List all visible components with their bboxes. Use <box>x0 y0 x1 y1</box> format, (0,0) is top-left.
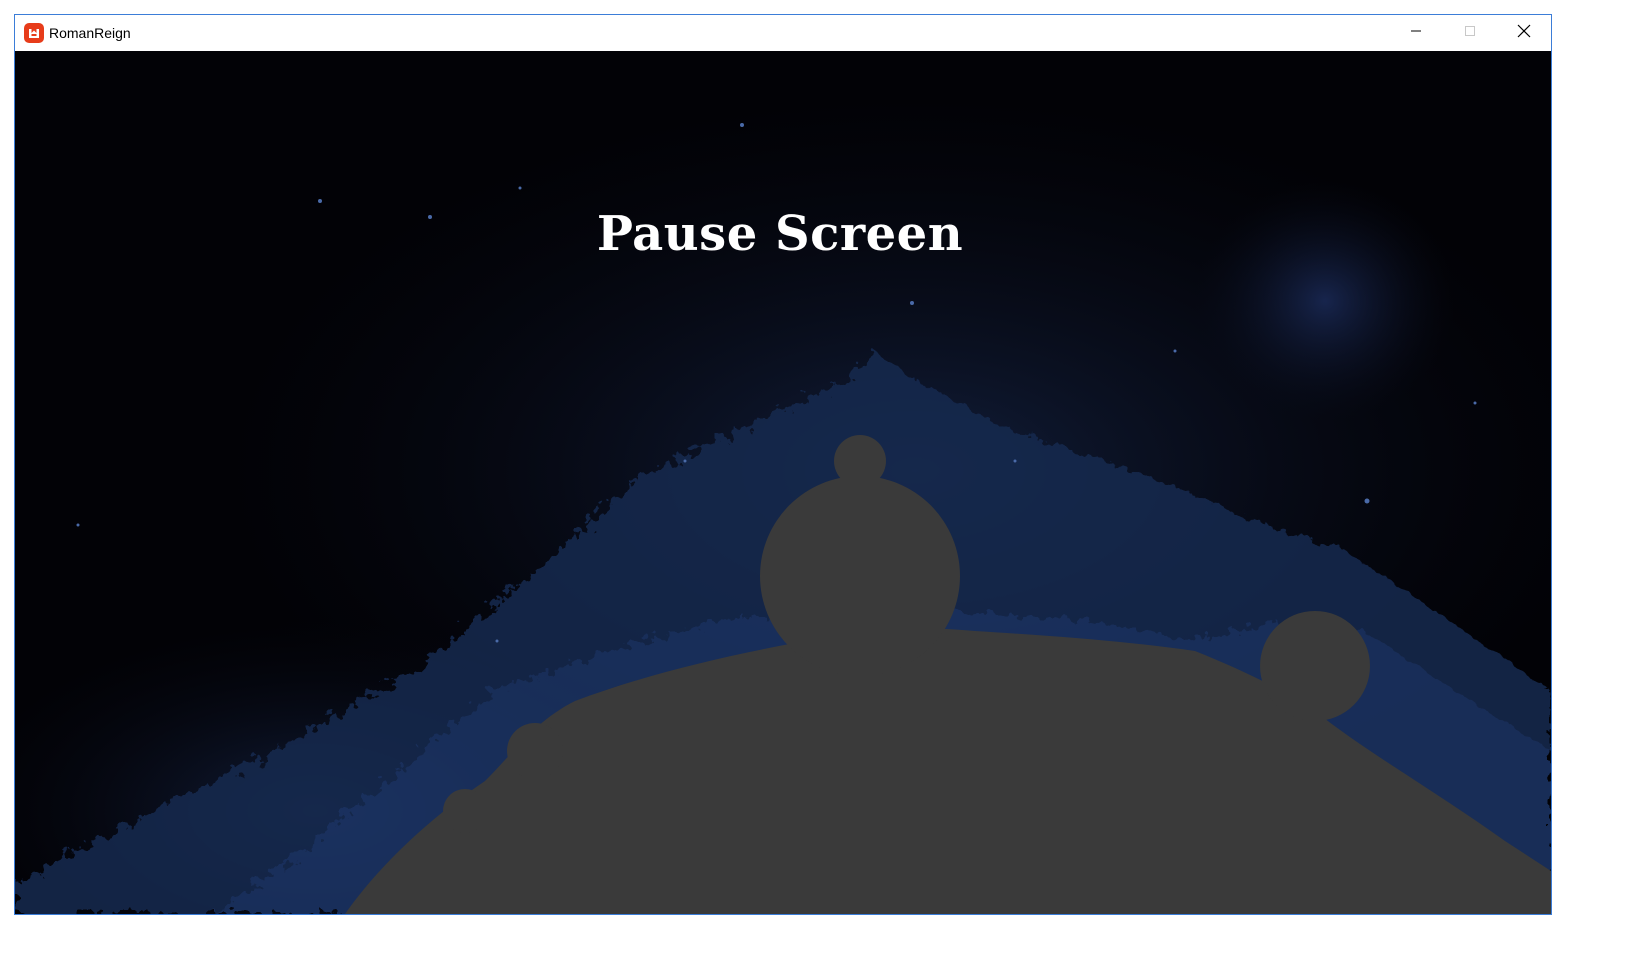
minimize-button[interactable] <box>1389 15 1443 51</box>
monogame-icon <box>24 23 44 43</box>
minimize-icon <box>1410 24 1422 42</box>
close-button[interactable] <box>1497 15 1551 51</box>
maximize-button[interactable] <box>1443 15 1497 51</box>
close-icon <box>1517 24 1531 43</box>
game-window: RomanReign Pause Screen <box>14 14 1552 915</box>
game-viewport[interactable]: Pause Screen <box>15 51 1551 914</box>
mandelbrot-background <box>15 91 1551 914</box>
window-title: RomanReign <box>49 25 131 41</box>
pause-screen-title: Pause Screen <box>596 206 964 262</box>
title-bar[interactable]: RomanReign <box>15 15 1551 51</box>
maximize-icon <box>1464 24 1476 42</box>
